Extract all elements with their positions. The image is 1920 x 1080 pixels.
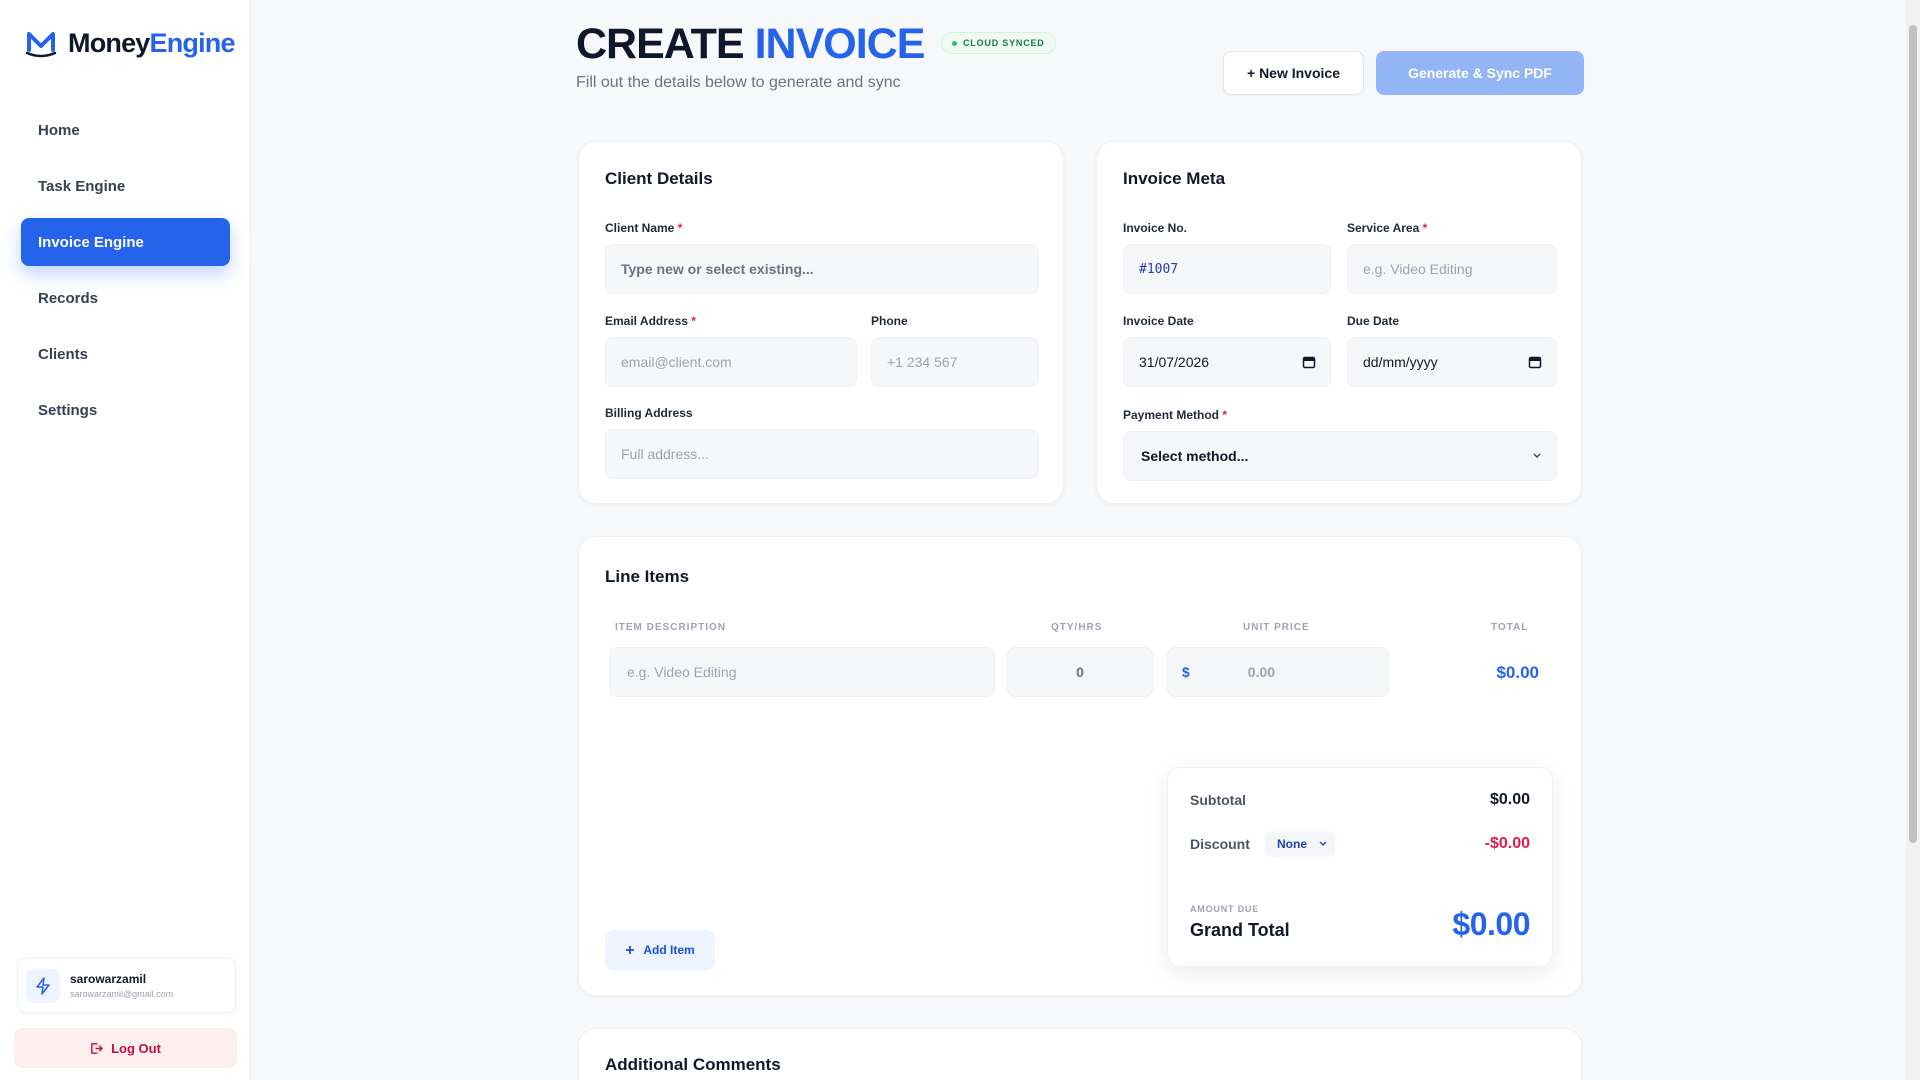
required-marker: * xyxy=(1222,408,1228,422)
generate-sync-pdf-button[interactable]: Generate & Sync PDF xyxy=(1376,51,1584,95)
user-email: sarowarzamil@gmail.com xyxy=(70,989,174,999)
payment-method-select[interactable]: Select method... xyxy=(1123,431,1557,481)
brand-name-part2: Engine xyxy=(149,27,236,58)
page-title-part1: CREATE xyxy=(576,20,745,68)
grand-total-label: Grand Total xyxy=(1190,920,1290,940)
invoice-date-value: 31/07/2026 xyxy=(1139,354,1210,370)
invoice-date-field[interactable]: 31/07/2026 xyxy=(1123,337,1331,387)
unit-price-field[interactable]: $ 0.00 xyxy=(1167,647,1389,697)
sync-status-text: CLOUD SYNCED xyxy=(963,38,1045,48)
subtotal-value: $0.00 xyxy=(1489,791,1530,808)
invoice-no-label: Invoice No. xyxy=(1123,221,1188,235)
logout-icon xyxy=(91,1042,104,1054)
row-total: $0.00 xyxy=(1496,663,1539,682)
moneyengine-logo-icon xyxy=(25,32,57,58)
discount-option: None xyxy=(1277,837,1307,851)
payment-method-label: Payment Method * xyxy=(1123,408,1227,422)
line-items-title: Line Items xyxy=(605,567,690,586)
sidebar-item-settings[interactable]: Settings xyxy=(21,386,230,434)
currency-symbol: $ xyxy=(1182,664,1190,680)
sidebar-item-home[interactable]: Home xyxy=(21,106,230,154)
email-label: Email Address * xyxy=(605,314,696,328)
invoice-date-label: Invoice Date xyxy=(1123,314,1194,328)
additional-comments-card: Additional Comments xyxy=(578,1028,1582,1080)
required-marker: * xyxy=(1422,221,1428,235)
phone-field[interactable] xyxy=(871,337,1039,387)
scrollbar-thumb[interactable] xyxy=(1909,25,1917,843)
brand[interactable]: MoneyEngine xyxy=(24,26,236,60)
page-scrollbar[interactable] xyxy=(1906,0,1920,1080)
client-details-card: Client Details Client Name * Email Addre… xyxy=(578,141,1064,504)
additional-comments-title: Additional Comments xyxy=(605,1055,781,1074)
column-header-unit-price: UNIT PRICE xyxy=(1243,622,1310,633)
chevron-down-icon xyxy=(1533,453,1541,458)
invoice-meta-card: Invoice Meta Invoice No. #1007 Service A… xyxy=(1096,141,1582,504)
invoice-no-field[interactable]: #1007 xyxy=(1123,244,1331,294)
invoice-summary: Subtotal $0.00 Discount None -$0.00 AMOU… xyxy=(1167,767,1553,967)
phone-label: Phone xyxy=(871,314,908,328)
due-date-label: Due Date xyxy=(1347,314,1400,328)
logout-button[interactable]: Log Out xyxy=(14,1028,237,1068)
lightning-icon xyxy=(36,976,50,995)
chevron-down-icon xyxy=(1319,841,1327,846)
item-description-input[interactable] xyxy=(609,647,995,697)
add-item-label: Add Item xyxy=(643,943,695,957)
due-date-value: dd/mm/yyyy xyxy=(1363,354,1438,370)
page-subtitle: Fill out the details below to generate a… xyxy=(576,74,901,91)
new-invoice-button[interactable]: + New Invoice xyxy=(1223,51,1364,95)
column-header-total: TOTAL xyxy=(1491,622,1529,633)
email-label-text: Email Address xyxy=(605,314,688,328)
add-item-button[interactable]: Add Item xyxy=(605,930,715,970)
unit-price-placeholder: 0.00 xyxy=(1247,664,1276,680)
column-header-description: ITEM DESCRIPTION xyxy=(615,622,727,633)
plus-icon xyxy=(626,946,635,954)
email-field[interactable] xyxy=(605,337,857,387)
subtotal-label: Subtotal xyxy=(1190,792,1246,808)
user-name: sarowarzamil xyxy=(70,972,147,986)
sidebar-item-clients[interactable]: Clients xyxy=(21,330,230,378)
sidebar: MoneyEngine Home Task Engine Invoice Eng… xyxy=(0,0,251,1080)
sidebar-item-invoice-engine[interactable]: Invoice Engine xyxy=(21,218,230,266)
invoice-no-value: #1007 xyxy=(1139,261,1179,277)
sidebar-item-task-engine[interactable]: Task Engine xyxy=(21,162,230,210)
service-area-field[interactable] xyxy=(1347,244,1557,294)
calendar-icon[interactable] xyxy=(1302,355,1316,369)
brand-name-part1: Money xyxy=(68,27,150,58)
column-header-qty: QTY/HRS xyxy=(1051,622,1103,633)
avatar xyxy=(26,968,60,1003)
discount-select[interactable]: None xyxy=(1265,831,1335,857)
logout-label: Log Out xyxy=(111,1040,161,1056)
invoice-meta-title: Invoice Meta xyxy=(1123,169,1226,188)
service-area-label: Service Area * xyxy=(1347,221,1427,235)
required-marker: * xyxy=(677,221,683,235)
status-dot-icon xyxy=(952,40,957,46)
billing-address-label: Billing Address xyxy=(605,406,693,420)
required-marker: * xyxy=(691,314,696,328)
billing-address-field[interactable] xyxy=(605,429,1039,479)
sidebar-nav: Home Task Engine Invoice Engine Records … xyxy=(21,106,230,442)
user-info: sarowarzamil sarowarzamil@gmail.com xyxy=(70,972,173,999)
amount-due-label: AMOUNT DUE xyxy=(1190,904,1259,914)
user-card[interactable]: sarowarzamil sarowarzamil@gmail.com xyxy=(17,958,236,1013)
payment-method-label-text: Payment Method xyxy=(1123,408,1220,422)
grand-total-value: $0.00 xyxy=(1452,906,1530,942)
service-area-label-text: Service Area xyxy=(1347,221,1420,235)
discount-value: -$0.00 xyxy=(1484,835,1530,852)
sidebar-item-records[interactable]: Records xyxy=(21,274,230,322)
client-name-label: Client Name * xyxy=(605,221,682,235)
due-date-field[interactable]: dd/mm/yyyy xyxy=(1347,337,1557,387)
brand-name: MoneyEngine xyxy=(68,27,236,59)
page-title: CREATE INVOICE xyxy=(576,20,926,69)
calendar-icon[interactable] xyxy=(1528,355,1542,369)
client-details-title: Client Details xyxy=(605,169,713,188)
qty-input[interactable] xyxy=(1007,647,1153,697)
discount-label: Discount xyxy=(1190,836,1250,852)
payment-method-value: Select method... xyxy=(1141,448,1249,464)
client-name-input[interactable] xyxy=(605,244,1039,294)
client-name-label-text: Client Name xyxy=(605,221,675,235)
sync-status-badge: CLOUD SYNCED xyxy=(941,32,1056,54)
page-title-part2: INVOICE xyxy=(754,20,926,68)
